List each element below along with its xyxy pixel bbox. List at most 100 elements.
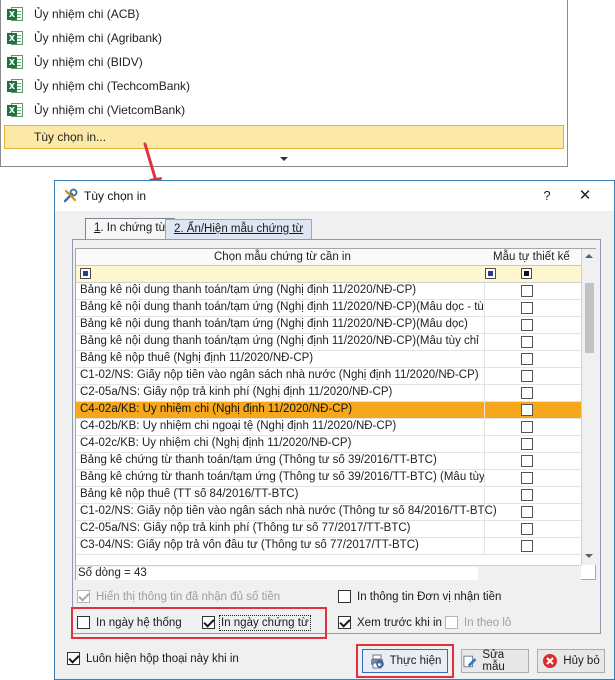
custom-template-checkbox[interactable]	[521, 336, 533, 348]
tools-icon	[63, 188, 78, 203]
checkbox-icon	[202, 616, 215, 629]
table-row[interactable]: C2-05a/NS: Giấy nộp trả kinh phí (Thông …	[76, 521, 581, 538]
custom-template-checkbox[interactable]	[521, 438, 533, 450]
dialog-titlebar[interactable]: Tùy chọn in ? ✕	[55, 181, 614, 211]
custom-template-checkbox[interactable]	[521, 472, 533, 484]
menu-item-label: Ủy nhiệm chi (TechcomBank)	[34, 79, 191, 93]
custom-template-checkbox[interactable]	[521, 370, 533, 382]
option-preview-before-print[interactable]: Xem trước khi in	[338, 616, 442, 629]
column-separator	[484, 436, 485, 453]
tab-print-voucher[interactable]: 1. In chứng từ	[85, 218, 176, 240]
filter-select-all-icon[interactable]	[80, 268, 91, 279]
filter-icon[interactable]	[485, 268, 496, 279]
option-label: In theo lô	[464, 616, 512, 629]
column-separator	[484, 300, 485, 317]
cancel-button[interactable]: Hủy bỏ	[537, 649, 605, 673]
horizontal-scrollbar[interactable]: Số dòng = 43	[76, 565, 581, 580]
table-row[interactable]: Bảng kê nộp thuế (TT số 84/2016/TT-BTC)	[76, 487, 581, 504]
option-label: Hiển thị thông tin đã nhận đủ số tiền	[96, 590, 281, 603]
column-header-custom[interactable]: Mẫu tự thiết kế	[493, 251, 570, 263]
option-print-by-lot[interactable]: In theo lô	[445, 616, 511, 629]
column-separator	[484, 368, 485, 385]
custom-template-checkbox[interactable]	[521, 353, 533, 365]
vertical-scrollbar[interactable]	[581, 249, 596, 565]
table-row[interactable]: Bảng kê nộp thuế (Nghị định 11/2020/NĐ-C…	[76, 351, 581, 368]
menu-item-bidv[interactable]: X Ủy nhiệm chi (BIDV)	[1, 51, 567, 73]
filter-custom-icon[interactable]	[521, 268, 532, 279]
custom-template-checkbox[interactable]	[521, 387, 533, 399]
row-template-name: Bảng kê nội dung thanh toán/tạm ứng (Ngh…	[80, 284, 417, 296]
print-options-dialog: Tùy chọn in ? ✕ 1. In chứng từ 2. Ẩn/Hiệ…	[54, 180, 615, 680]
table-row[interactable]: C2-05a/NS: Giấy nộp trả kinh phí (Nghị đ…	[76, 385, 581, 402]
option-label: In thông tin Đơn vị nhận tiền	[357, 590, 502, 603]
custom-template-checkbox[interactable]	[521, 455, 533, 467]
custom-template-checkbox[interactable]	[521, 540, 533, 552]
row-template-name: C2-05a/NS: Giấy nộp trả kinh phí (Nghị đ…	[80, 386, 393, 398]
table-row[interactable]: C1-02/NS: Giấy nộp tiền vào ngân sách nh…	[76, 504, 581, 521]
option-always-show[interactable]: Luôn hiện hộp thoại này khi in	[67, 652, 239, 665]
menu-item-label: Ủy nhiệm chi (BIDV)	[34, 55, 143, 69]
menu-scroll-down-icon[interactable]	[280, 157, 288, 161]
button-label: Thực hiện	[389, 655, 442, 667]
table-row[interactable]: C4-02a/KB: Ủy nhiệm chi (Nghị định 11/20…	[76, 402, 581, 419]
table-row[interactable]: Bảng kê nội dung thanh toán/tạm ứng (Ngh…	[76, 283, 581, 300]
column-separator	[484, 504, 485, 521]
custom-template-checkbox[interactable]	[521, 489, 533, 501]
menu-item-print-options[interactable]: Tùy chọn in...	[4, 125, 564, 149]
edit-template-button[interactable]: Sửa mẫu	[461, 649, 529, 673]
template-grid: Chọn mẫu chứng từ cần in Mẫu tự thiết kế…	[75, 248, 596, 580]
table-row[interactable]: C1-02/NS: Giấy nộp tiền vào ngân sách nh…	[76, 368, 581, 385]
table-row[interactable]: Bảng kê nội dung thanh toán/tạm ứng (Ngh…	[76, 334, 581, 351]
close-button[interactable]: ✕	[572, 185, 598, 207]
row-template-name: Bảng kê nộp thuế (TT số 84/2016/TT-BTC)	[80, 488, 299, 500]
custom-template-checkbox[interactable]	[521, 404, 533, 416]
row-template-name: C4-02c/KB: Ủy nhiệm chi (Nghị định 11/20…	[80, 437, 352, 449]
excel-icon: X	[7, 6, 23, 22]
excel-icon: X	[7, 78, 23, 94]
row-template-name: C2-05a/NS: Giấy nộp trả kinh phí (Thông …	[80, 522, 411, 534]
help-button[interactable]: ?	[537, 185, 557, 207]
dialog-title: Tùy chọn in	[84, 189, 147, 203]
checkbox-icon	[77, 616, 90, 629]
column-header-template[interactable]: Chọn mẫu chứng từ cần in	[214, 251, 351, 263]
option-show-full-info[interactable]: Hiển thị thông tin đã nhận đủ số tiền	[77, 590, 280, 603]
scroll-up-icon[interactable]	[585, 254, 593, 258]
excel-icon: X	[7, 54, 23, 70]
table-row[interactable]: C3-04/NS: Giấy nộp trả vốn đầu tư (Thông…	[76, 538, 581, 555]
table-row[interactable]: C4-02c/KB: Ủy nhiệm chi (Nghị định 11/20…	[76, 436, 581, 453]
custom-template-checkbox[interactable]	[521, 523, 533, 535]
table-row[interactable]: Bảng kê nội dung thanh toán/tạm ứng (Ngh…	[76, 300, 581, 317]
scroll-thumb[interactable]	[585, 283, 594, 353]
custom-template-checkbox[interactable]	[521, 285, 533, 297]
row-template-name: C4-02a/KB: Ủy nhiệm chi (Nghị định 11/20…	[80, 403, 353, 415]
menu-item-vietcombank[interactable]: X Ủy nhiệm chi (VietcomBank)	[1, 99, 567, 121]
custom-template-checkbox[interactable]	[521, 421, 533, 433]
option-print-recipient[interactable]: In thông tin Đơn vị nhận tiền	[338, 590, 501, 603]
row-template-name: C1-02/NS: Giấy nộp tiền vào ngân sách nh…	[80, 369, 479, 381]
table-row[interactable]: Bảng kê nội dung thanh toán/tạm ứng (Ngh…	[76, 317, 581, 334]
row-count: Số dòng = 43	[78, 567, 478, 580]
table-row[interactable]: Bảng kê chứng từ thanh toán/tạm ứng (Thô…	[76, 453, 581, 470]
custom-template-checkbox[interactable]	[521, 506, 533, 518]
button-label: Hủy bỏ	[563, 655, 600, 667]
option-print-system-date[interactable]: In ngày hệ thống	[77, 616, 182, 629]
menu-item-label: Tùy chọn in...	[34, 130, 107, 144]
table-row[interactable]: Bảng kê chứng từ thanh toán/tạm ứng (Thô…	[76, 470, 581, 487]
menu-item-techcombank[interactable]: X Ủy nhiệm chi (TechcomBank)	[1, 75, 567, 97]
table-row[interactable]: C4-02b/KB: Ủy nhiệm chi ngoại tệ (Nghị đ…	[76, 419, 581, 436]
execute-button[interactable]: Thực hiện	[362, 649, 448, 673]
menu-item-acb[interactable]: X Ủy nhiệm chi (ACB)	[1, 3, 567, 25]
scroll-down-icon[interactable]	[585, 554, 593, 558]
checkbox-icon	[338, 616, 351, 629]
option-print-voucher-date[interactable]: In ngày chứng từ	[202, 614, 311, 631]
checkbox-icon	[77, 590, 90, 603]
column-separator	[484, 487, 485, 504]
menu-item-agribank[interactable]: X Ủy nhiệm chi (Agribank)	[1, 27, 567, 49]
tab-label: . Ẩn/Hiện mẫu chứng từ	[180, 223, 304, 235]
custom-template-checkbox[interactable]	[521, 319, 533, 331]
custom-template-checkbox[interactable]	[521, 302, 533, 314]
checkbox-icon	[445, 616, 458, 629]
checkbox-icon	[338, 590, 351, 603]
excel-icon: X	[7, 30, 23, 46]
tab-show-hide-templates[interactable]: 2. Ẩn/Hiện mẫu chứng từ	[165, 219, 313, 239]
